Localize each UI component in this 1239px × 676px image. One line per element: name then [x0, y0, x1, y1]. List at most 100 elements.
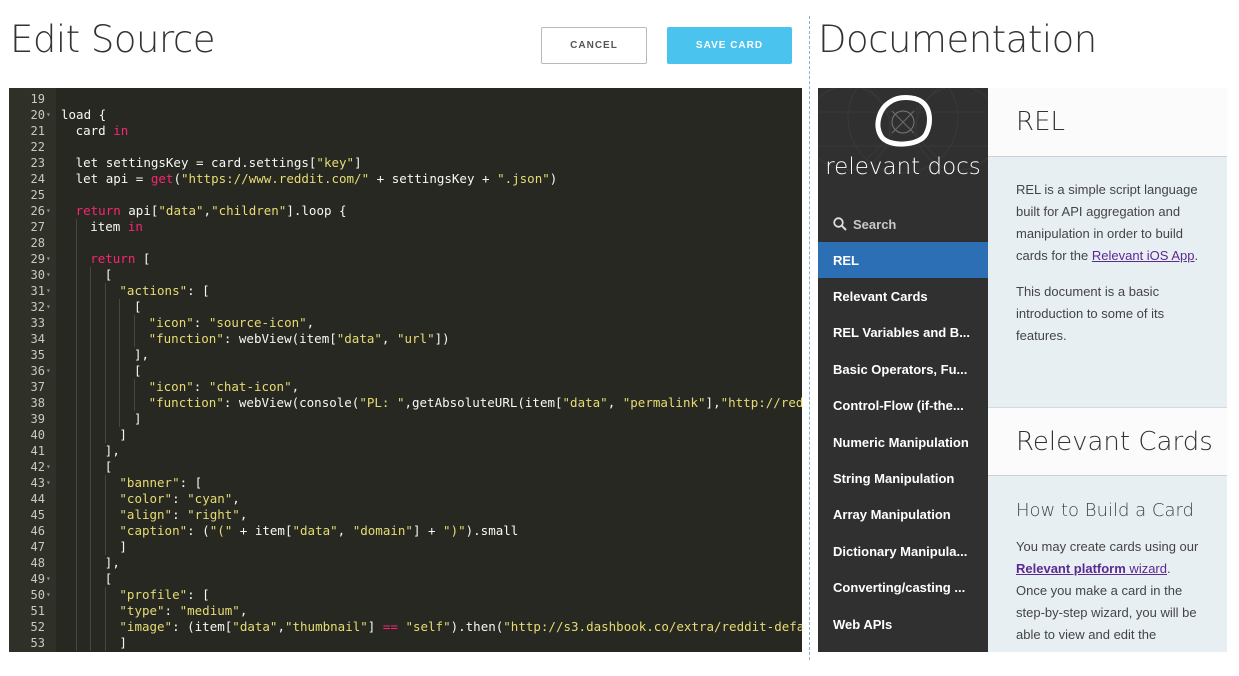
- code-line[interactable]: 19: [9, 91, 802, 107]
- nav-item[interactable]: Control-Flow (if-the...: [818, 388, 988, 424]
- code-line[interactable]: 26 ▾ return api["data","children"].loop {: [9, 203, 802, 219]
- code-line[interactable]: 30 ▾ [: [9, 267, 802, 283]
- nav-item[interactable]: Converting/casting ...: [818, 570, 988, 606]
- code-line[interactable]: 31 ▾ "actions": [: [9, 283, 802, 299]
- nav-item[interactable]: Basic Operators, Fu...: [818, 351, 988, 387]
- nav-item[interactable]: Dictionary Manipula...: [818, 533, 988, 569]
- nav-item[interactable]: Relevant Cards: [818, 278, 988, 314]
- indent-guide: [75, 459, 77, 475]
- code-line[interactable]: 40]: [9, 427, 802, 443]
- indent-guide: [134, 395, 135, 411]
- code-line[interactable]: 33 "icon": "source-icon",: [9, 315, 802, 331]
- indent-guide: [75, 267, 77, 283]
- fold-arrow-icon[interactable]: ▾: [46, 571, 51, 587]
- fold-arrow-icon[interactable]: ▾: [46, 299, 51, 315]
- fold-arrow-icon[interactable]: ▾: [46, 475, 51, 491]
- relevant-ios-app-link[interactable]: Relevant iOS App: [1092, 248, 1195, 263]
- cancel-button[interactable]: CANCEL: [541, 27, 647, 64]
- code-line[interactable]: 51 "type": "medium",: [9, 603, 802, 619]
- nav-item[interactable]: REL: [818, 242, 988, 279]
- fold-arrow-icon[interactable]: ▾: [46, 363, 51, 379]
- code-line[interactable]: 43 ▾ "banner": [: [9, 475, 802, 491]
- fold-arrow-icon[interactable]: ▾: [46, 283, 51, 299]
- line-number: 25: [30, 188, 45, 202]
- search-icon: [833, 217, 847, 231]
- wizard-link[interactable]: wizard: [1126, 561, 1167, 576]
- code-line[interactable]: 28: [9, 235, 802, 251]
- code-line[interactable]: 41],: [9, 443, 802, 459]
- code-token: + settingsKey +: [369, 171, 498, 186]
- code-line[interactable]: 39]: [9, 411, 802, 427]
- string-token: "image": [119, 619, 173, 634]
- code-line[interactable]: 37 "icon": "chat-icon",: [9, 379, 802, 395]
- nav-item[interactable]: String Manipulation: [818, 460, 988, 496]
- code-lines[interactable]: 19 20 ▾ load {21 card in 22 23 let settingsKey …: [9, 91, 802, 651]
- relevant-platform-link[interactable]: Relevant platform: [1016, 561, 1126, 576]
- code-line[interactable]: 48],: [9, 555, 802, 571]
- code-token: ]: [119, 427, 127, 442]
- code-line[interactable]: 44 "color": "cyan",: [9, 491, 802, 507]
- code-line[interactable]: 21 card in: [9, 123, 802, 139]
- code-line[interactable]: 49 ▾ [: [9, 571, 802, 587]
- code-line[interactable]: 29 ▾ return [: [9, 251, 802, 267]
- nav-item[interactable]: Array Manipulation: [818, 497, 988, 533]
- code-line[interactable]: 35],: [9, 347, 802, 363]
- code-editor[interactable]: 19 20 ▾ load {21 card in 22 23 let settingsKey …: [9, 88, 802, 652]
- code-line[interactable]: 53]: [9, 635, 802, 651]
- code-token: [: [135, 251, 151, 266]
- code-text: ],: [105, 443, 120, 459]
- code-line[interactable]: 22: [9, 139, 802, 155]
- code-line[interactable]: 47]: [9, 539, 802, 555]
- code-line[interactable]: 25: [9, 187, 802, 203]
- code-text: ],: [105, 555, 120, 571]
- line-number: 40: [30, 428, 45, 442]
- code-line[interactable]: 45 "align": "right",: [9, 507, 802, 523]
- code-line[interactable]: 50 ▾ "profile": [: [9, 587, 802, 603]
- indent-guide: [90, 539, 92, 555]
- code-token: ],: [104, 555, 120, 570]
- docs-search[interactable]: Search: [818, 206, 988, 242]
- code-line[interactable]: 24 let api = get("https://www.reddit.com/…: [9, 171, 802, 187]
- logo-text: relevant docs: [825, 154, 981, 180]
- code-line[interactable]: 23 let settingsKey = card.settings["key"]: [9, 155, 802, 171]
- line-number: 51: [30, 604, 45, 618]
- nav-item[interactable]: Numeric Manipulation: [818, 424, 988, 460]
- code-line[interactable]: 20 ▾ load {: [9, 107, 802, 123]
- code-token: + item[: [232, 523, 293, 538]
- fold-arrow-icon[interactable]: ▾: [46, 251, 51, 267]
- code-line[interactable]: 36 ▾ [: [9, 363, 802, 379]
- nav-item[interactable]: Web APIs: [818, 606, 988, 642]
- line-number: 48: [30, 556, 45, 570]
- code-line[interactable]: 32 ▾ [: [9, 299, 802, 315]
- pane-divider[interactable]: [809, 16, 810, 660]
- fold-arrow-icon[interactable]: ▾: [46, 587, 51, 603]
- indent-guide: [104, 491, 106, 507]
- indent-guide: [75, 443, 77, 459]
- line-number: 53: [30, 636, 45, 650]
- string-token: "https://www.reddit.com/": [180, 171, 370, 186]
- indent-guide: [104, 283, 106, 299]
- code-line[interactable]: 46 "caption": ("(" + item["data", "domain…: [9, 523, 802, 539]
- code-line[interactable]: 34 "function": webView(item["data", "url"…: [9, 331, 802, 347]
- string-token: "data": [232, 619, 278, 634]
- code-line[interactable]: 38 "function": webView(console("PL: ",get…: [9, 395, 802, 411]
- code-line[interactable]: 42 ▾ [: [9, 459, 802, 475]
- code-token: :: [172, 507, 188, 522]
- line-number: 28: [30, 236, 45, 250]
- fold-arrow-icon[interactable]: ▾: [46, 267, 51, 283]
- fold-arrow-icon[interactable]: ▾: [46, 203, 51, 219]
- code-line[interactable]: 27 item in: [9, 219, 802, 235]
- code-token: ],: [705, 395, 721, 410]
- indent-guide: [75, 491, 77, 507]
- save-card-button[interactable]: SAVE CARD: [667, 27, 792, 64]
- indent-guide: [104, 331, 106, 347]
- nav-item[interactable]: REL Variables and B...: [818, 315, 988, 351]
- code-token: load {: [61, 107, 107, 122]
- indent-guide: [75, 331, 77, 347]
- line-number: 42: [30, 460, 45, 474]
- fold-arrow-icon[interactable]: ▾: [46, 459, 51, 475]
- indent-guide: [75, 379, 77, 395]
- code-line[interactable]: 52 "image": (item["data","thumbnail"] == …: [9, 619, 802, 635]
- fold-arrow-icon[interactable]: ▾: [46, 107, 51, 123]
- indent-guide: [90, 635, 92, 651]
